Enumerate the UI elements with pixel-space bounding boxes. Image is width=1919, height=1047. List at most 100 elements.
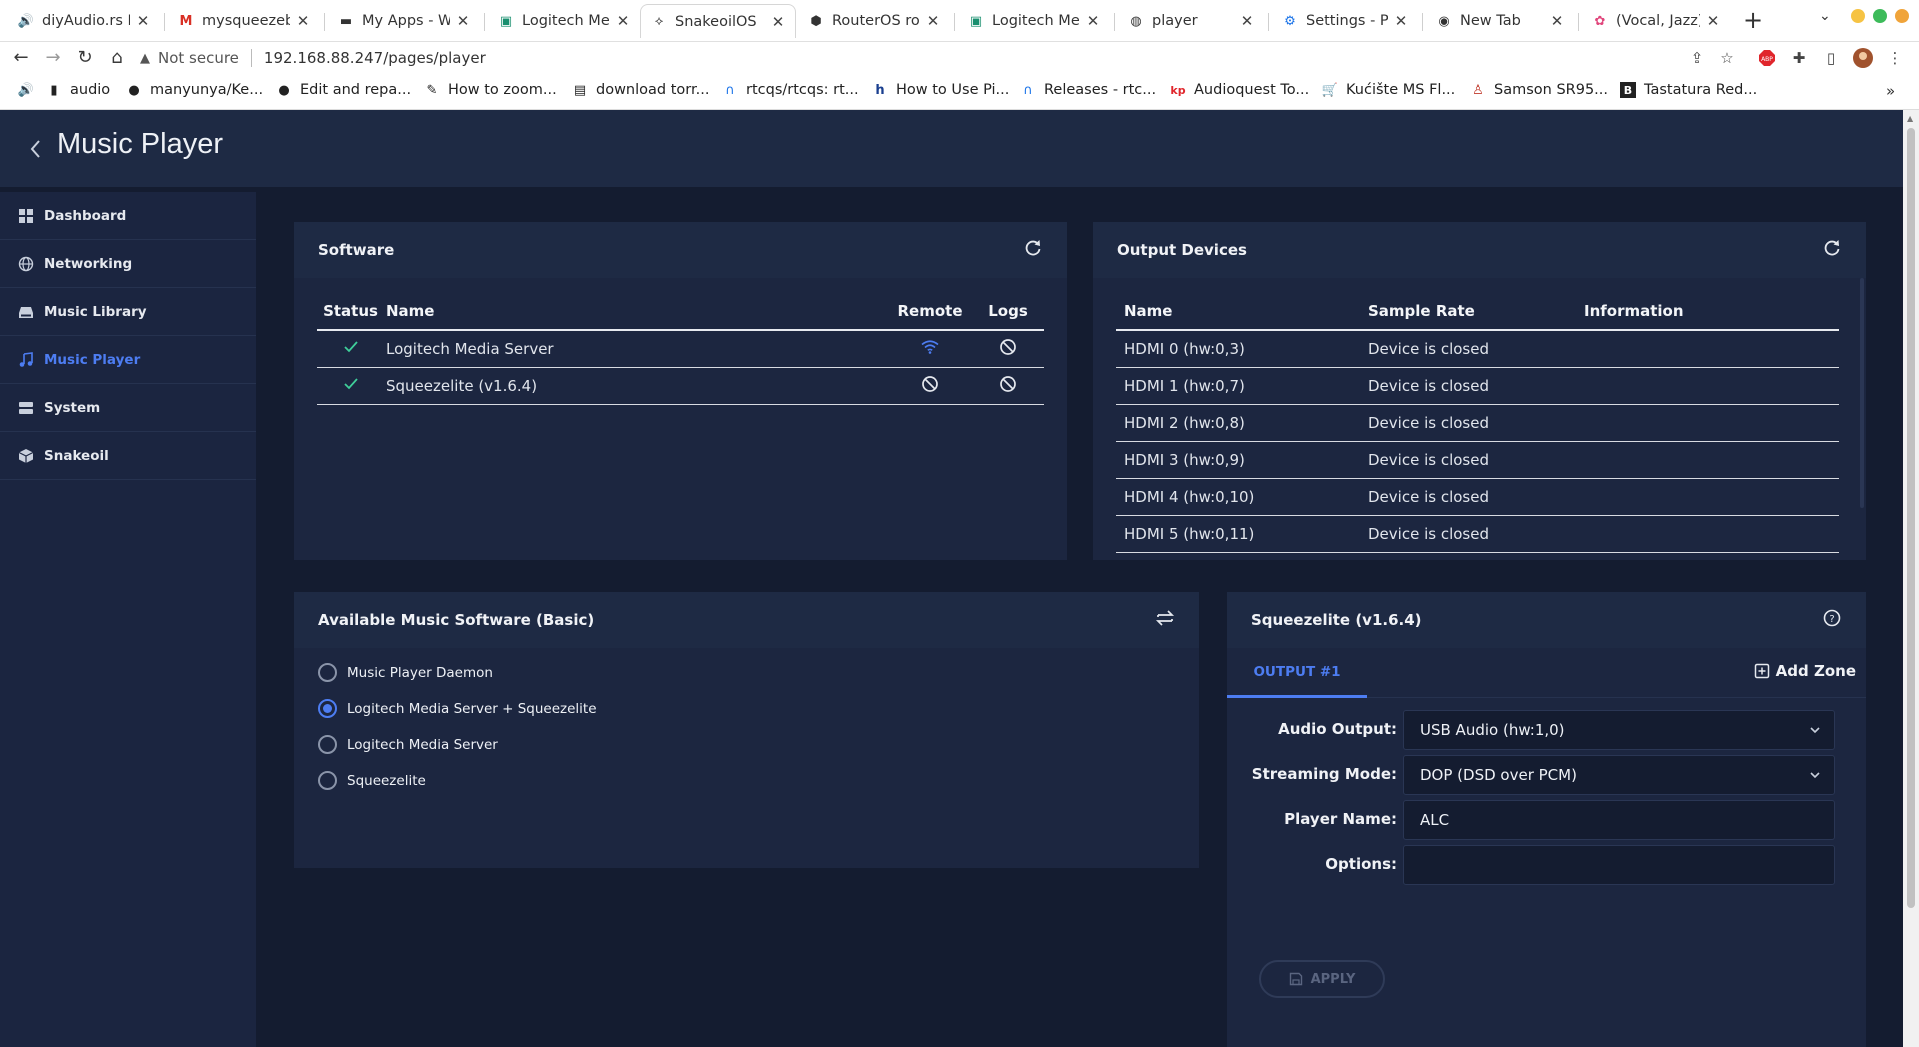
radio-lms[interactable]: Logitech Media Server xyxy=(318,735,498,754)
avatar[interactable] xyxy=(1852,47,1874,69)
bookmark-item[interactable]: ● manyunya/Ke... xyxy=(126,82,263,98)
scroll-up-icon[interactable]: ▲ xyxy=(1907,114,1913,123)
star-icon[interactable]: ☆ xyxy=(1716,47,1738,69)
close-icon[interactable]: ✕ xyxy=(296,12,310,30)
close-icon[interactable]: ✕ xyxy=(1550,12,1564,30)
radio-lms-squeezelite[interactable]: Logitech Media Server + Squeezelite xyxy=(318,699,597,718)
chevron-down-icon xyxy=(1810,772,1820,779)
logs-cell[interactable] xyxy=(972,367,1044,405)
sidebar-item-networking[interactable]: Networking xyxy=(0,240,256,288)
bookmark-item[interactable]: 🛒 Kućište MS Fl... xyxy=(1322,82,1455,98)
home-icon[interactable]: ⌂ xyxy=(104,44,130,70)
extensions-icon[interactable]: ✚ xyxy=(1788,47,1810,69)
share-icon[interactable]: ⇪ xyxy=(1686,47,1708,69)
bookmark-item[interactable]: ▤ download torr... xyxy=(572,82,710,98)
close-icon[interactable]: ✕ xyxy=(1086,12,1100,30)
scrollbar-thumb[interactable] xyxy=(1907,128,1915,908)
radio-button-selected[interactable] xyxy=(318,699,337,718)
page-scrollbar[interactable]: ▲ xyxy=(1903,110,1919,1047)
bookmark-item[interactable]: ∩ Releases - rtc... xyxy=(1020,82,1156,98)
browser-tab-active[interactable]: ⟡ SnakeoilOS ✕ xyxy=(640,4,796,38)
bookmark-item[interactable]: ♙ Samson SR95... xyxy=(1470,82,1608,98)
bookmark-item[interactable]: ∩ rtcqs/rtcqs: rt... xyxy=(722,82,858,98)
close-icon[interactable]: ✕ xyxy=(1394,12,1408,30)
bookmark-item[interactable]: ● Edit and repa... xyxy=(276,82,411,98)
adblock-icon[interactable]: ABP xyxy=(1756,47,1778,69)
add-box-icon xyxy=(1754,663,1769,679)
sidebar-item-snakeoil[interactable]: Snakeoil xyxy=(0,432,256,480)
reload-icon[interactable]: ↻ xyxy=(72,44,98,70)
close-icon[interactable]: ✕ xyxy=(1706,12,1720,30)
browser-tab[interactable]: 🔊 diyAudio.rs L ✕ xyxy=(8,4,160,38)
player-name-input[interactable]: ALC xyxy=(1403,800,1835,840)
help-icon[interactable]: ? xyxy=(1822,608,1842,628)
back-icon[interactable]: ← xyxy=(8,44,34,70)
audio-output-select[interactable]: USB Audio (hw:1,0) xyxy=(1403,710,1835,750)
radio-button[interactable] xyxy=(318,663,337,682)
remote-cell[interactable] xyxy=(888,367,972,405)
radio-button[interactable] xyxy=(318,735,337,754)
menu-icon[interactable]: ⋮ xyxy=(1884,47,1906,69)
close-icon[interactable]: ✕ xyxy=(926,12,940,30)
gmail-icon: M xyxy=(179,13,193,29)
close-icon[interactable]: ✕ xyxy=(136,12,150,30)
address-bar[interactable]: ▲ Not secure 192.168.88.247/pages/player xyxy=(140,44,1680,72)
new-tab-button[interactable]: + xyxy=(1741,8,1765,32)
browser-tab[interactable]: ▣ Logitech Mec ✕ xyxy=(958,4,1110,38)
forward-icon[interactable]: → xyxy=(40,44,66,70)
card-scrollbar[interactable] xyxy=(1860,278,1864,508)
bookmark-item[interactable]: B Tastatura Red... xyxy=(1620,82,1757,98)
chevron-left-icon[interactable] xyxy=(26,138,46,160)
maximize-icon[interactable] xyxy=(1873,9,1887,23)
bookmark-item[interactable]: kp Audioquest To... xyxy=(1170,82,1309,98)
browser-tab[interactable]: ⚙ Settings - Pa ✕ xyxy=(1272,4,1418,38)
radio-music-player-daemon[interactable]: Music Player Daemon xyxy=(318,663,493,682)
refresh-icon[interactable] xyxy=(1822,238,1842,258)
browser-tab[interactable]: ⬢ RouterOS rou ✕ xyxy=(798,4,950,38)
radio-squeezelite[interactable]: Squeezelite xyxy=(318,771,426,790)
tab-output-1[interactable]: OUTPUT #1 xyxy=(1227,648,1367,698)
url-text[interactable]: 192.168.88.247/pages/player xyxy=(264,49,486,67)
browser-tab[interactable]: ◉ New Tab ✕ xyxy=(1426,4,1574,38)
card-title: Software xyxy=(294,222,1067,278)
squeezelite-card: Squeezelite (v1.6.4) ? OUTPUT #1 Add Zon… xyxy=(1227,592,1866,1047)
blocked-icon[interactable] xyxy=(921,375,939,393)
browser-tab[interactable]: ▣ Logitech Mec ✕ xyxy=(488,4,640,38)
browser-tab[interactable]: ✿ (Vocal, Jazz) I ✕ xyxy=(1582,4,1730,38)
add-zone-button[interactable]: Add Zone xyxy=(1754,662,1856,680)
sidebar-item-music-library[interactable]: Music Library xyxy=(0,288,256,336)
close-icon[interactable]: ✕ xyxy=(1240,12,1254,30)
bookmarks-more-button[interactable]: » xyxy=(1886,82,1895,100)
streaming-mode-select[interactable]: DOP (DSD over PCM) xyxy=(1403,755,1835,795)
browser-tab[interactable]: ▬ My Apps - We ✕ xyxy=(328,4,480,38)
close-icon[interactable]: ✕ xyxy=(616,12,630,30)
blocked-icon[interactable] xyxy=(999,338,1017,356)
close-window-icon[interactable] xyxy=(1895,9,1909,23)
sidebar-item-music-player[interactable]: Music Player xyxy=(0,336,256,384)
sidebar-item-dashboard[interactable]: Dashboard xyxy=(0,192,256,240)
remote-cell[interactable] xyxy=(888,330,972,368)
apply-button[interactable]: APPLY xyxy=(1259,960,1385,998)
logs-cell[interactable] xyxy=(972,330,1044,368)
sidepanel-icon[interactable]: ▯ xyxy=(1820,47,1842,69)
bookmark-folder[interactable]: ▮ audio xyxy=(46,82,110,98)
close-icon[interactable]: ✕ xyxy=(456,12,470,30)
minimize-icon[interactable] xyxy=(1851,9,1865,23)
sidebar-item-system[interactable]: System xyxy=(0,384,256,432)
swap-icon[interactable] xyxy=(1155,608,1175,628)
radio-button[interactable] xyxy=(318,771,337,790)
bookmark-item[interactable]: ✎ How to zoom... xyxy=(424,82,557,98)
blocked-icon[interactable] xyxy=(999,375,1017,393)
browser-tab[interactable]: M mysqueezeb ✕ xyxy=(168,4,320,38)
chevron-down-icon[interactable]: ⌄ xyxy=(1819,8,1831,24)
table-row: HDMI 0 (hw:0,3) Device is closed xyxy=(1116,330,1839,368)
close-icon[interactable]: ✕ xyxy=(771,13,785,31)
table-row: Squeezelite (v1.6.4) xyxy=(317,367,1044,405)
bookmark-item[interactable]: h How to Use Pi... xyxy=(872,82,1009,98)
refresh-icon[interactable] xyxy=(1023,238,1043,258)
wifi-icon[interactable] xyxy=(920,339,940,355)
bookmark-item[interactable]: 🔊 xyxy=(18,82,42,98)
browser-tab[interactable]: ◍ player ✕ xyxy=(1118,4,1264,38)
options-input[interactable] xyxy=(1403,845,1835,885)
column-header: Logs xyxy=(972,292,1044,331)
